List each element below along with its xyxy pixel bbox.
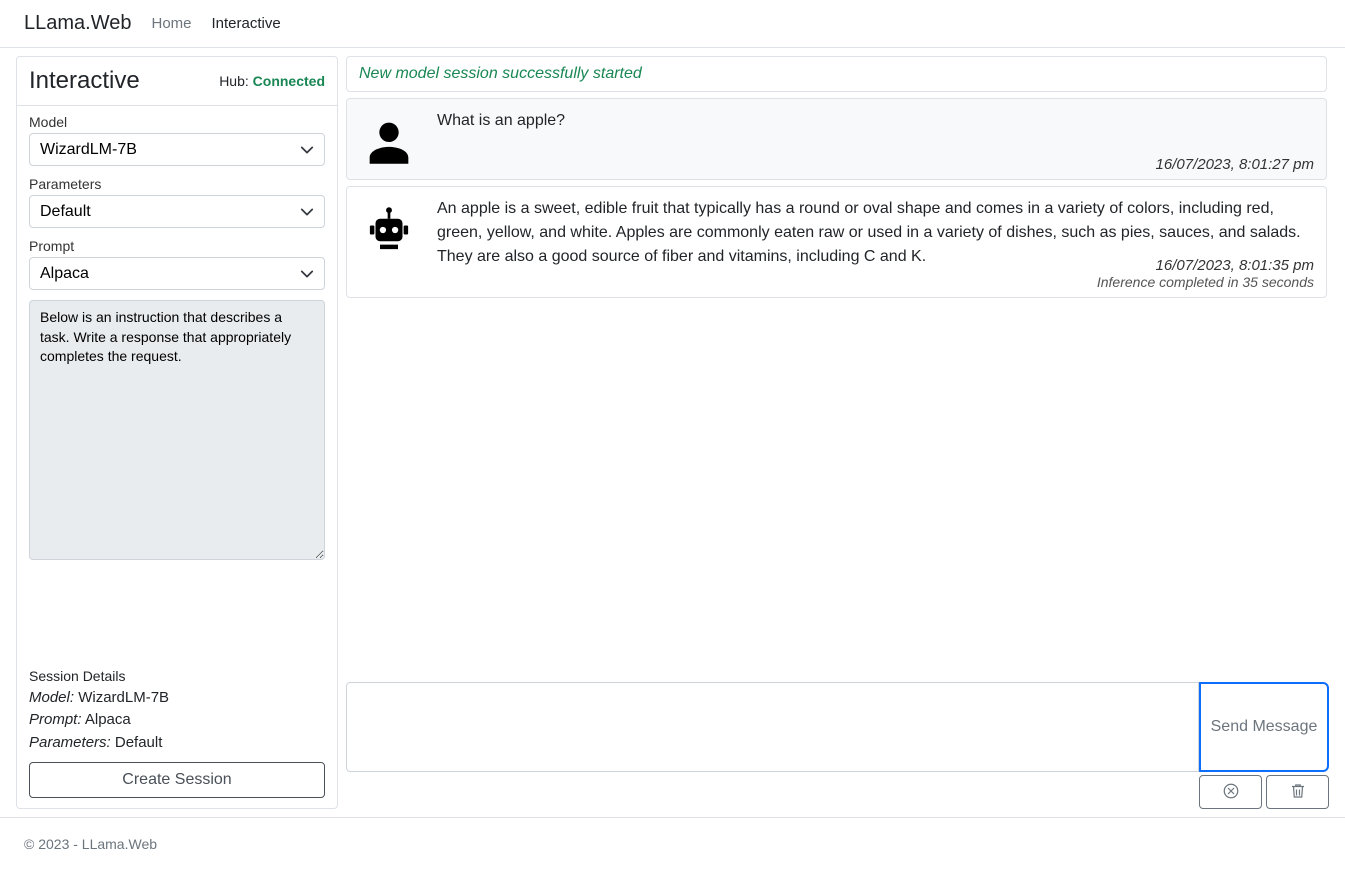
prompt-select[interactable]: Alpaca [29,257,325,290]
hub-status: Hub: Connected [219,73,325,89]
hub-status-value: Connected [253,73,325,89]
navbar: LLama.Web Home Interactive [0,0,1345,48]
chat-message-time: 16/07/2023, 8:01:35 pm Inference complet… [1097,257,1314,291]
parameters-select[interactable]: Default [29,195,325,228]
prompt-textarea[interactable] [29,300,325,560]
create-session-button[interactable]: Create Session [29,762,325,798]
nav-link-interactive[interactable]: Interactive [212,15,281,32]
nav-link-home[interactable]: Home [151,15,191,32]
session-banner: New model session successfully started [346,56,1327,92]
chat-panel: New model session successfully started W… [346,56,1329,809]
session-details-title: Session Details [29,666,325,687]
user-avatar-icon [359,109,419,171]
chat-message-bot: An apple is a sweet, edible fruit that t… [346,186,1327,298]
clear-button[interactable] [1266,775,1329,809]
robot-avatar-icon [359,197,419,289]
cancel-button[interactable] [1199,775,1262,809]
app-brand[interactable]: LLama.Web [24,12,131,35]
chat-input[interactable] [346,682,1199,772]
send-message-button[interactable]: Send Message [1199,682,1329,772]
parameters-label: Parameters [29,176,325,192]
chat-message-meta: Inference completed in 35 seconds [1097,274,1314,290]
trash-icon [1289,782,1307,803]
model-select[interactable]: WizardLM-7B [29,133,325,166]
chat-scroll[interactable]: New model session successfully started W… [346,56,1329,676]
model-label: Model [29,114,325,130]
footer: © 2023 - LLama.Web [0,818,1345,870]
chat-message-user: What is an apple? 16/07/2023, 8:01:27 pm [346,98,1327,180]
cancel-circle-icon [1222,782,1240,803]
sidebar: Interactive Hub: Connected Model WizardL… [16,56,338,809]
chat-input-row: Send Message [346,682,1329,809]
prompt-label: Prompt [29,238,325,254]
session-details: Session Details Model: WizardLM-7B Promp… [17,666,337,763]
chat-message-time: 16/07/2023, 8:01:27 pm [1156,156,1314,173]
page-title: Interactive [29,67,140,95]
